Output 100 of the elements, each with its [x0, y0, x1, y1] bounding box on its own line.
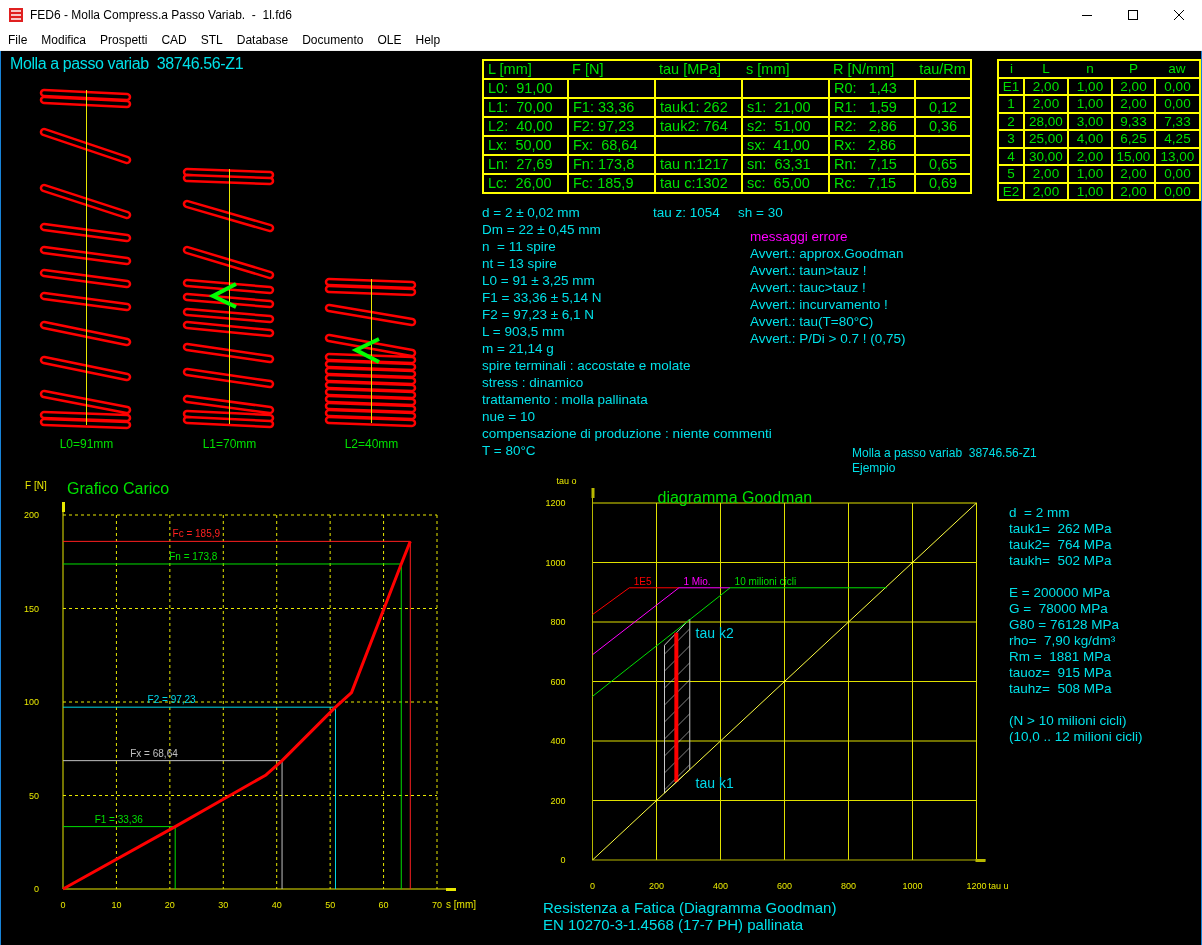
- close-icon: [1174, 10, 1184, 20]
- property-line: sh = 30: [738, 204, 783, 221]
- property-line: nue = 10: [482, 408, 535, 425]
- tick-label: 30: [218, 900, 229, 910]
- table-cell: 13,00: [1155, 147, 1200, 165]
- warning-message: Avvert.: P/Di > 0.7 ! (0,75): [750, 330, 906, 347]
- table-cell: 3,00: [1068, 112, 1112, 130]
- tick-label: 400: [713, 881, 728, 891]
- tick-label: 150: [23, 603, 39, 614]
- window-title: FED6 - Molla Compress.a Passo Variab. - 1l.fd6: [30, 8, 293, 22]
- table-cell: F2: 97,23: [568, 117, 655, 136]
- table-cell: Rx: 2,86: [829, 136, 915, 155]
- table-cell: 1,00: [1068, 182, 1112, 200]
- material-property: tauk2= 764 MPa: [1009, 537, 1112, 553]
- tick-label: 200: [550, 795, 566, 806]
- footer-text: Resistenza a Fatica (Diagramma Goodman): [543, 899, 837, 916]
- property-line: tau z: 1054: [653, 204, 720, 221]
- table-cell: E1: [998, 77, 1024, 95]
- table-cell: s1: 21,00: [742, 98, 829, 117]
- property-line: Dm = 22 ± 0,45 mm: [482, 221, 601, 238]
- material-property: d = 2 mm: [1009, 505, 1070, 521]
- table-cell: 30,00: [1024, 147, 1068, 165]
- chevron-marker: [208, 282, 237, 309]
- column-header: n: [1068, 60, 1112, 78]
- tick-label: 0: [560, 855, 566, 865]
- table-cell: L0: 91,00: [483, 79, 568, 98]
- warning-message: Avvert.: incurvamento !: [750, 296, 888, 313]
- app-icon: [8, 7, 24, 23]
- property-line: trattamento : molla pallinata: [482, 391, 648, 408]
- messages-title: messaggi errore: [750, 228, 848, 245]
- table-cell: sx: 41,00: [742, 136, 829, 155]
- material-property: rho= 7,90 kg/dm³: [1009, 633, 1116, 649]
- tick-label: 0: [34, 884, 39, 894]
- table-cell: 0,00: [1155, 95, 1200, 113]
- material-property: tauhz= 508 MPa: [1009, 681, 1112, 697]
- menu-item[interactable]: Prospetti: [93, 33, 155, 47]
- menu-item[interactable]: Help: [408, 33, 448, 47]
- value-label: Fc = 185,9: [172, 528, 221, 540]
- table-cell: Rn: 7,15: [829, 155, 915, 174]
- property-line: T = 80°C: [482, 442, 536, 459]
- table-cell: 4,00: [1068, 130, 1112, 148]
- column-header: tau [MPa]: [655, 60, 742, 79]
- table-cell: 28,00: [1024, 112, 1068, 130]
- value-label: Fn = 173,8: [169, 551, 218, 562]
- tick-label: 1000: [545, 557, 566, 568]
- table-cell: 1: [998, 95, 1024, 113]
- tick-label: 800: [550, 617, 566, 627]
- menu-item[interactable]: CAD: [154, 33, 194, 47]
- column-header: P: [1112, 60, 1155, 78]
- tick-label: 200: [649, 881, 664, 891]
- property-line: n = 11 spire: [482, 238, 556, 255]
- caption-text: Molla a passo variab 38746.56-Z1: [852, 446, 1037, 461]
- table-cell: L2: 40,00: [483, 117, 568, 136]
- axis-label: tau u: [988, 881, 1009, 891]
- property-line: L0 = 91 ± 3,25 mm: [482, 272, 595, 289]
- material-property: Rm = 1881 MPa: [1009, 649, 1111, 665]
- material-property: E = 200000 MPa: [1009, 585, 1110, 601]
- tick-label: 200: [23, 510, 39, 520]
- material-property: tauoz= 915 MPa: [1009, 665, 1112, 681]
- material-property: (N > 10 milioni cicli): [1009, 713, 1127, 729]
- tick-label: 50: [29, 790, 39, 801]
- table-cell: sn: 63,31: [742, 155, 829, 174]
- table-cell: R0: 1,43: [829, 79, 915, 98]
- column-header: i: [998, 60, 1024, 78]
- property-line: d = 2 ± 0,02 mm: [482, 204, 580, 221]
- column-header: L: [1024, 60, 1068, 78]
- material-property: G = 78000 MPa: [1009, 601, 1108, 617]
- table-cell: Fx: 68,64: [568, 136, 655, 155]
- axis-label: s [mm]: [446, 899, 476, 910]
- table-cell: L1: 70,00: [483, 98, 568, 117]
- table-cell: 1,00: [1068, 165, 1112, 183]
- warning-message: Avvert.: tauc>tauz !: [750, 279, 866, 296]
- table-cell: 0,00: [1155, 182, 1200, 200]
- chevron-marker: [351, 337, 380, 364]
- table-cell: 5: [998, 165, 1024, 183]
- column-header: F [N]: [568, 60, 655, 79]
- material-property: (10,0 .. 12 milioni cicli): [1009, 729, 1143, 745]
- menu-item[interactable]: OLE: [370, 33, 409, 47]
- property-line: L = 903,5 mm: [482, 323, 565, 340]
- table-cell: 0,00: [1155, 77, 1200, 95]
- column-header: s [mm]: [742, 60, 829, 79]
- menu-item[interactable]: Database: [229, 33, 296, 47]
- table-cell: 2,00: [1068, 147, 1112, 165]
- menu-item[interactable]: STL: [193, 33, 230, 47]
- tick-label: 600: [777, 881, 792, 891]
- property-line: stress : dinamico: [482, 374, 584, 391]
- table-cell: 2,00: [1112, 182, 1155, 200]
- table-cell: 6,25: [1112, 130, 1155, 148]
- footer-text: EN 10270-3-1.4568 (17-7 PH) pallinata: [543, 916, 804, 933]
- menu-item[interactable]: Modifica: [34, 33, 94, 47]
- property-line: F1 = 33,36 ± 5,14 N: [482, 289, 602, 306]
- property-line: m = 21,14 g: [482, 340, 554, 357]
- warning-message: Avvert.: taun>tauz !: [750, 262, 867, 279]
- tick-label: 0: [60, 900, 66, 910]
- table-cell: F1: 33,36: [568, 98, 655, 117]
- menu-item[interactable]: File: [1, 33, 35, 47]
- table-cell: tau c:1302: [655, 174, 742, 193]
- warning-message: Avvert.: tau(T=80°C): [750, 313, 874, 330]
- menu-item[interactable]: Documento: [295, 33, 371, 47]
- tick-label: 60: [378, 900, 389, 910]
